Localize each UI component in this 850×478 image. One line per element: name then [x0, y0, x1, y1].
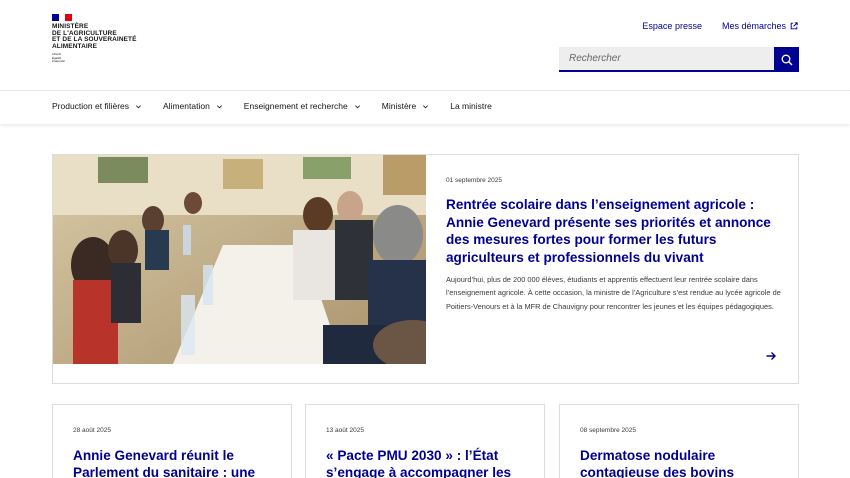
french-flag-icon — [52, 14, 72, 21]
article-title[interactable]: Annie Genevard réunit le Parlement du sa… — [73, 447, 278, 478]
article-card[interactable]: 08 septembre 2025 Dermatose nodulaire co… — [559, 404, 799, 478]
site-header: Ministère de l'Agriculture et de la Souv… — [0, 0, 850, 90]
featured-article-description: Aujourd’hui, plus de 200 000 élèves, étu… — [446, 275, 781, 311]
main-nav: Production et filières Alimentation Ense… — [0, 90, 850, 124]
procedures-link[interactable]: Mes démarches — [722, 21, 798, 31]
article-title[interactable]: Dermatose nodulaire contagieuse des bovi… — [580, 447, 785, 478]
motto: Liberté Égalité Fraternité — [52, 52, 137, 64]
chevron-down-icon — [423, 104, 429, 108]
article-date: 28 août 2025 — [73, 427, 111, 434]
article-date: 13 août 2025 — [326, 427, 364, 434]
nav-item-ministere[interactable]: Ministère — [382, 101, 429, 111]
nav-item-enseignement[interactable]: Enseignement et recherche — [244, 101, 361, 111]
nav-item-label: Production et filières — [52, 101, 130, 111]
article-date: 08 septembre 2025 — [580, 427, 637, 434]
motto-line: Fraternité — [52, 59, 65, 64]
chevron-down-icon — [216, 104, 222, 108]
chevron-down-icon — [354, 104, 360, 108]
featured-article-title[interactable]: Rentrée scolaire dans l’enseignement agr… — [446, 196, 781, 266]
external-link-icon — [790, 22, 798, 30]
nav-item-label: Alimentation — [163, 101, 210, 111]
article-card[interactable]: 28 août 2025 Annie Genevard réunit le Pa… — [52, 404, 292, 478]
procedures-link-label: Mes démarches — [721, 21, 786, 31]
article-date: 01 septembre 2025 — [446, 177, 503, 184]
nav-item-la-ministre[interactable]: La ministre — [450, 101, 492, 111]
nav-item-label: La ministre — [450, 101, 492, 111]
article-title[interactable]: « Pacte PMU 2030 » : l’État s’engage à a… — [326, 447, 531, 478]
arrow-right-icon[interactable] — [765, 350, 777, 362]
nav-item-label: Ministère — [381, 101, 417, 111]
press-link[interactable]: Espace presse — [642, 21, 702, 31]
nav-item-label: Enseignement et recherche — [243, 101, 348, 111]
search-button[interactable] — [774, 47, 799, 72]
ministry-logo[interactable]: Ministère de l'Agriculture et de la Souv… — [52, 14, 137, 64]
nav-item-production[interactable]: Production et filières — [52, 101, 142, 111]
logo-line: alimentaire — [52, 42, 98, 50]
top-links: Espace presse Mes démarches — [642, 21, 798, 31]
nav-item-alimentation[interactable]: Alimentation — [163, 101, 223, 111]
featured-article-photo — [53, 155, 426, 364]
search-bar — [559, 47, 799, 72]
featured-article-card[interactable]: 01 septembre 2025 Rentrée scolaire dans … — [52, 154, 799, 384]
search-input[interactable] — [559, 47, 774, 72]
search-icon — [781, 54, 792, 65]
article-card[interactable]: 13 août 2025 « Pacte PMU 2030 » : l’État… — [305, 404, 545, 478]
chevron-down-icon — [136, 104, 142, 108]
